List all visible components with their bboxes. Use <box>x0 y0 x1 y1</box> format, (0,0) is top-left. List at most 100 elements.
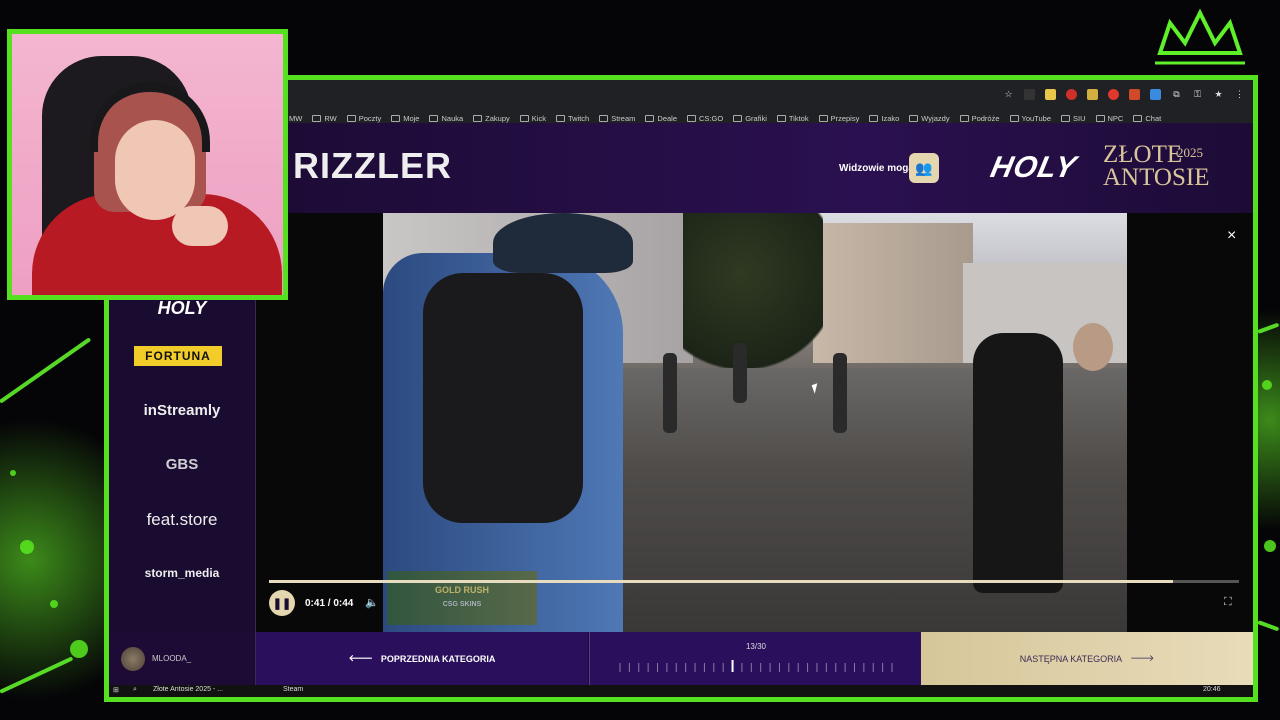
menu-icon[interactable]: ⋮ <box>1234 89 1245 100</box>
sponsor-gbs[interactable]: GBS <box>109 456 255 473</box>
bookmark-item[interactable]: YouTube <box>1009 114 1051 123</box>
close-video-button[interactable]: × <box>1227 227 1236 245</box>
crown-logo-icon <box>1155 8 1245 65</box>
sponsor-holy[interactable]: HOLY <box>109 298 255 319</box>
folder-icon <box>1095 114 1105 122</box>
bookmark-item[interactable]: Zakupy <box>473 114 510 123</box>
browser-toolbar: ☆ ⧉ ⚿ ★ ⋮ <box>287 80 1253 108</box>
folder-icon <box>555 114 565 122</box>
folder-icon <box>869 114 879 122</box>
paint-splat <box>50 600 58 608</box>
folder-icon <box>687 114 697 122</box>
scene-tree <box>683 213 823 383</box>
bookmark-item[interactable]: Kick <box>519 113 546 123</box>
extension-icon[interactable] <box>1066 88 1077 100</box>
folder-icon <box>519 114 529 122</box>
folder-icon <box>599 114 609 122</box>
page-header: RIZZLER Widzowie mogą 👥 HOLY ZŁOTE ANTOS… <box>287 123 1253 213</box>
puzzle-icon[interactable]: ⧉ <box>1171 89 1182 100</box>
mini-ad-title: GOLD RUSH <box>435 585 489 595</box>
extension-icon[interactable] <box>1024 88 1035 100</box>
bookmark-item[interactable]: Stream <box>599 114 635 123</box>
extension-icon[interactable] <box>1087 88 1098 100</box>
mini-ad-subtitle: CSG SKINS <box>442 601 482 608</box>
extension-icon[interactable] <box>1108 88 1119 100</box>
bookmark-item[interactable]: Poczty <box>346 114 381 123</box>
search-icon[interactable]: ⌕ <box>133 686 137 694</box>
sponsor-fortuna[interactable]: FORTUNA <box>134 346 222 366</box>
bookmark-label: Izako <box>881 113 900 123</box>
video-frame[interactable] <box>383 213 1127 632</box>
paint-splat <box>1262 380 1272 390</box>
scene-backpack <box>423 273 583 523</box>
bookmark-label: Deale <box>657 113 678 123</box>
taskbar-clock: 20:46 <box>1203 686 1221 693</box>
windows-start-icon[interactable]: ⊞ <box>113 686 119 694</box>
extension-icon[interactable] <box>1045 88 1056 100</box>
bookmark-item[interactable]: Chat <box>1133 114 1161 123</box>
fullscreen-icon[interactable]: ⛶ <box>1224 596 1232 609</box>
video-progress-fill <box>269 580 1174 583</box>
bookmark-item[interactable]: Moje <box>391 114 419 123</box>
bookmark-item[interactable]: SIU <box>1061 114 1086 123</box>
folder-icon <box>1009 114 1019 122</box>
folder-icon <box>645 114 655 122</box>
sponsor-instreamly[interactable]: inStreamly <box>109 402 255 419</box>
bookmark-item[interactable]: Tiktok <box>776 114 809 123</box>
bookmark-label: Chat <box>1145 113 1162 123</box>
bookmark-item[interactable]: Grafiki <box>733 114 767 123</box>
previous-category-button[interactable]: 🡐 POPRZEDNIA KATEGORIA <box>256 632 588 685</box>
windows-taskbar: ⊞ ⌕ Złote Antosie 2025 - ... Steam 20:46 <box>109 685 1253 697</box>
key-icon[interactable]: ⚿ <box>1192 89 1203 100</box>
bookmark-item[interactable]: RW <box>312 113 337 123</box>
extension-icon[interactable] <box>1129 88 1140 100</box>
sponsor-featstore[interactable]: feat.store <box>109 510 255 530</box>
viewers-button[interactable]: 👥 <box>909 153 939 183</box>
sponsor-storm-media[interactable]: storm_media <box>109 566 255 580</box>
bookmark-item[interactable]: CS:GO <box>687 114 723 123</box>
bookmark-item[interactable]: Twitch <box>555 114 589 123</box>
folder-icon <box>1061 114 1070 122</box>
bookmark-item[interactable]: Deale <box>645 114 677 123</box>
arrow-right-icon: 🡒 <box>1130 653 1155 663</box>
scene-pedestrian <box>663 353 677 433</box>
volume-icon[interactable]: 🔈 <box>365 596 379 609</box>
stream-overlay: ☆ ⧉ ⚿ ★ ⋮ MW RW Poczty Moje Nauka Zakupy Kick T… <box>0 0 1280 720</box>
bookmark-label: Moje <box>403 113 420 123</box>
holy-logo: HOLY <box>987 151 1080 184</box>
bookmark-star-icon[interactable]: ★ <box>1213 89 1224 100</box>
bookmark-item[interactable]: Nauka <box>429 114 463 123</box>
arrow-left-icon: 🡐 <box>348 653 373 663</box>
category-ticks <box>619 660 893 672</box>
bookmark-item[interactable]: MW <box>289 114 302 123</box>
category-count: 13/30 <box>745 642 767 651</box>
folder-icon <box>1133 114 1143 122</box>
bookmark-label: RW <box>324 113 337 123</box>
bookmark-item[interactable]: NPC <box>1095 114 1123 123</box>
extension-icon[interactable] <box>1150 88 1161 100</box>
star-icon[interactable]: ☆ <box>1003 89 1014 100</box>
pause-icon: ❚❚ <box>272 597 292 610</box>
next-category-label: NASTĘPNA KATEGORIA <box>1019 653 1123 664</box>
webcam-overlay <box>7 29 288 300</box>
folder-icon <box>818 114 828 122</box>
video-progress-bar[interactable] <box>269 580 1239 583</box>
paint-streak <box>0 656 74 694</box>
folder-icon <box>776 114 786 122</box>
bookmark-item[interactable]: Podróże <box>959 113 1000 123</box>
folder-icon <box>473 114 483 122</box>
video-time: 0:41 / 0:44 <box>305 598 354 609</box>
bookmark-label: CS:GO <box>699 113 724 123</box>
taskbar-tab-steam[interactable]: Steam <box>283 686 303 693</box>
pause-button[interactable]: ❚❚ <box>269 590 295 616</box>
bookmark-item[interactable]: Izako <box>869 114 899 123</box>
bookmark-label: Kick <box>531 113 546 123</box>
bookmark-label: MW <box>289 113 303 123</box>
bookmark-label: Przepisy <box>830 113 860 123</box>
scene-runner <box>973 333 1063 593</box>
bookmark-label: Podróże <box>971 113 1000 123</box>
bookmark-item[interactable]: Wyjazdy <box>909 114 950 123</box>
taskbar-tab-chrome[interactable]: Złote Antosie 2025 - ... <box>153 686 223 693</box>
bookmark-item[interactable]: Przepisy <box>818 113 860 123</box>
next-category-button[interactable]: NASTĘPNA KATEGORIA 🡒 <box>921 632 1253 685</box>
